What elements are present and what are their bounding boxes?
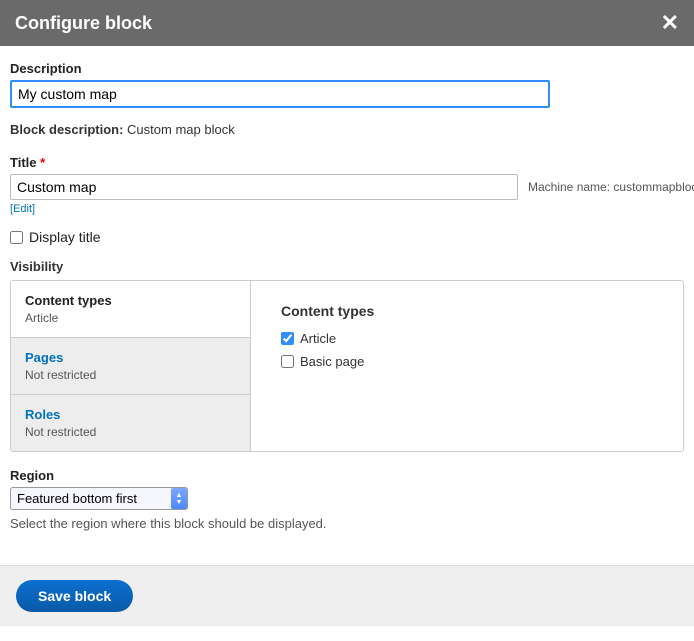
label-article: Article xyxy=(300,331,336,346)
machine-name-edit-link[interactable]: Edit xyxy=(10,203,35,215)
label-basic-page: Basic page xyxy=(300,354,364,369)
display-title-label: Display title xyxy=(29,229,101,245)
required-indicator: * xyxy=(40,155,45,170)
machine-name-display: Machine name: custommapblock xyxy=(528,180,694,194)
option-basic-page: Basic page xyxy=(281,354,653,369)
visibility-label: Visibility xyxy=(10,259,684,274)
region-label: Region xyxy=(10,468,684,483)
pane-heading: Content types xyxy=(281,303,653,319)
display-title-checkbox[interactable] xyxy=(10,231,23,244)
option-article: Article xyxy=(281,331,653,346)
dialog-title: Configure block xyxy=(15,13,152,34)
tab-pane-content-types: Content types Article Basic page xyxy=(251,281,683,451)
region-helper-text: Select the region where this block shoul… xyxy=(10,516,684,531)
checkbox-basic-page[interactable] xyxy=(281,355,294,368)
select-stepper-icon: ▲▼ xyxy=(171,488,187,509)
vertical-tabs: Content types Article Pages Not restrict… xyxy=(11,281,251,451)
dialog-body: Description Block description: Custom ma… xyxy=(0,46,694,565)
description-field-wrapper: Description xyxy=(10,61,684,108)
dialog-footer: Save block xyxy=(0,565,694,626)
title-input[interactable] xyxy=(10,174,518,200)
tab-pages[interactable]: Pages Not restricted xyxy=(11,338,250,395)
title-field-wrapper: Title * Machine name: custommapblock Edi… xyxy=(10,155,684,215)
block-description-value: Custom map block xyxy=(127,122,235,137)
close-icon[interactable]: ✕ xyxy=(661,12,679,34)
description-input[interactable] xyxy=(10,80,550,108)
checkbox-article[interactable] xyxy=(281,332,294,345)
tab-content-types[interactable]: Content types Article xyxy=(11,281,250,338)
block-description-label: Block description: xyxy=(10,122,123,137)
region-field-wrapper: Region Featured bottom first ▲▼ Select t… xyxy=(10,468,684,531)
dialog-header: Configure block ✕ xyxy=(0,0,694,46)
tab-roles[interactable]: Roles Not restricted xyxy=(11,395,250,451)
region-select[interactable]: Featured bottom first xyxy=(10,487,188,510)
title-label: Title * xyxy=(10,155,684,170)
display-title-row: Display title xyxy=(10,229,684,245)
block-description-row: Block description: Custom map block xyxy=(10,122,684,137)
visibility-tabs-container: Content types Article Pages Not restrict… xyxy=(10,280,684,452)
description-label: Description xyxy=(10,61,684,76)
save-button[interactable]: Save block xyxy=(16,580,133,612)
